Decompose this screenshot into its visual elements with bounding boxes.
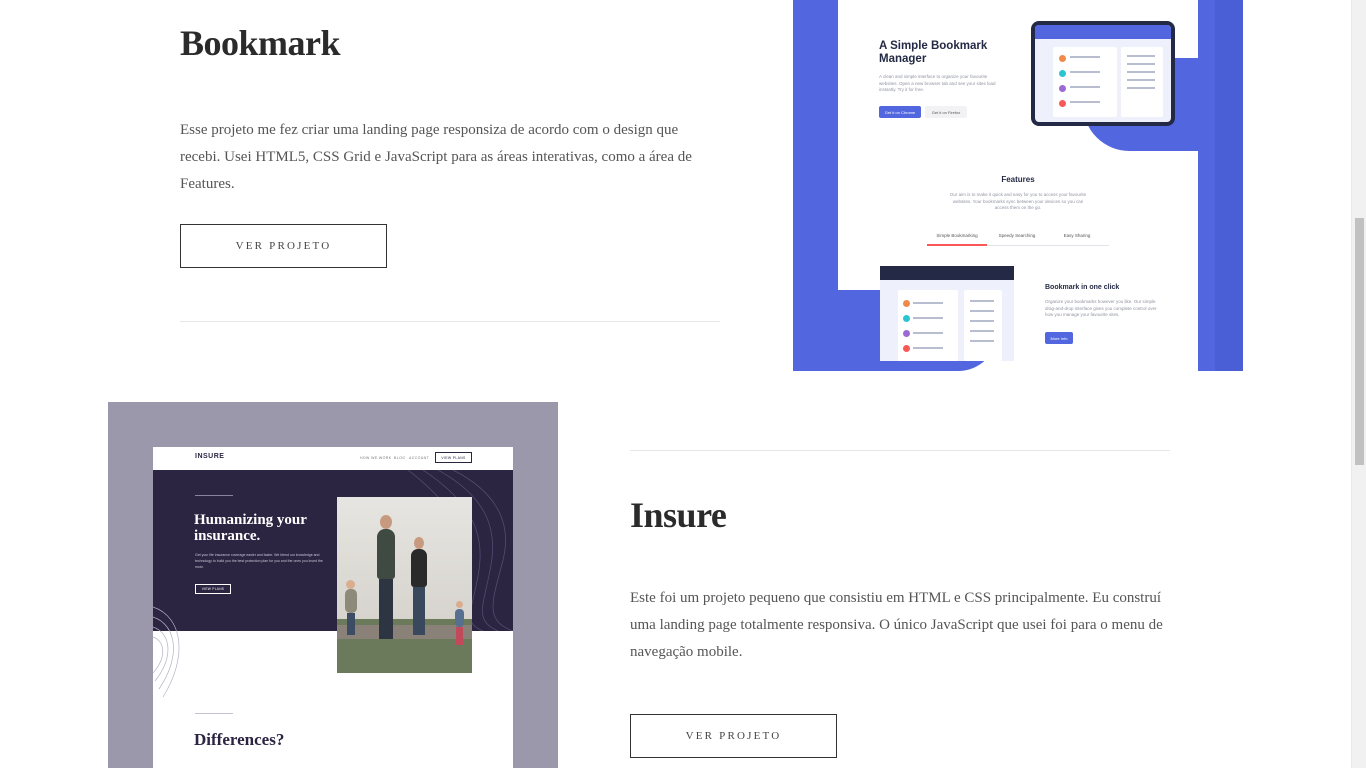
family-photo [337,497,472,673]
bookmark-tab-3: Easy Sharing [1063,233,1091,238]
scrollbar-thumb[interactable] [1355,218,1364,465]
bookmark-chrome-button: Get it on Chrome [879,106,921,118]
feature-illustration [880,266,1014,361]
insure-logo: INSURE [195,453,225,460]
insure-hero-text: Get your life insurance coverage easier … [195,553,323,569]
project-title-insure: Insure [630,495,727,535]
bookmark-hero-title: A Simple Bookmark Manager [879,40,988,65]
project-preview-insure[interactable]: INSURE HOW WE WORK BLOG ACCOUNT VIEW PLA… [108,402,558,768]
insure-section-title: Differences? [194,730,285,749]
page-scrollbar[interactable] [1351,0,1366,768]
project-title-bookmark: Bookmark [180,23,341,63]
project-preview-bookmark[interactable]: A Simple Bookmark Manager A clean and si… [793,0,1243,371]
bookmark-tab-1: Simple Bookmarking [936,233,978,238]
active-tab-indicator [927,244,987,246]
bookmark-more-info-button: More Info [1045,332,1073,344]
bookmark-page-mockup: A Simple Bookmark Manager A clean and si… [838,0,1198,371]
contour-pattern [153,606,180,698]
insure-nav-item-1: HOW WE WORK [360,456,392,460]
bookmark-feature-heading: Bookmark in one click [1045,284,1120,291]
bookmark-hero-text: A clean and simple interface to organize… [879,74,996,92]
divider [180,321,720,322]
preview-edge [1215,0,1243,371]
insure-nav-item-2: BLOG [394,456,406,460]
view-project-button-bookmark[interactable]: VER PROJETO [180,224,387,268]
insure-nav-cta: VIEW PLANS [435,452,472,463]
bookmark-features-title: Features [1001,175,1035,184]
insure-nav-item-3: ACCOUNT [409,456,430,460]
insure-hero-title: Humanizing your insurance. [194,512,307,544]
bookmark-tab-2: Speedy Searching [998,233,1036,238]
view-project-button-insure[interactable]: VER PROJETO [630,714,837,758]
project-description-insure: Este foi um projeto pequeno que consisti… [630,590,1163,660]
bookmark-features-text: Our aim is to make it quick and easy for… [949,192,1087,210]
divider [630,450,1170,451]
bookmark-feature-text: Organize your bookmarks however you like… [1045,299,1157,317]
tablet-illustration [1031,21,1175,126]
bookmark-firefox-button: Get it on Firefox [925,106,967,118]
insure-nav: INSURE HOW WE WORK BLOG ACCOUNT VIEW PLA… [153,447,513,470]
insure-page-mockup: INSURE HOW WE WORK BLOG ACCOUNT VIEW PLA… [153,447,513,768]
project-description-bookmark: Esse projeto me fez criar uma landing pa… [180,122,692,192]
